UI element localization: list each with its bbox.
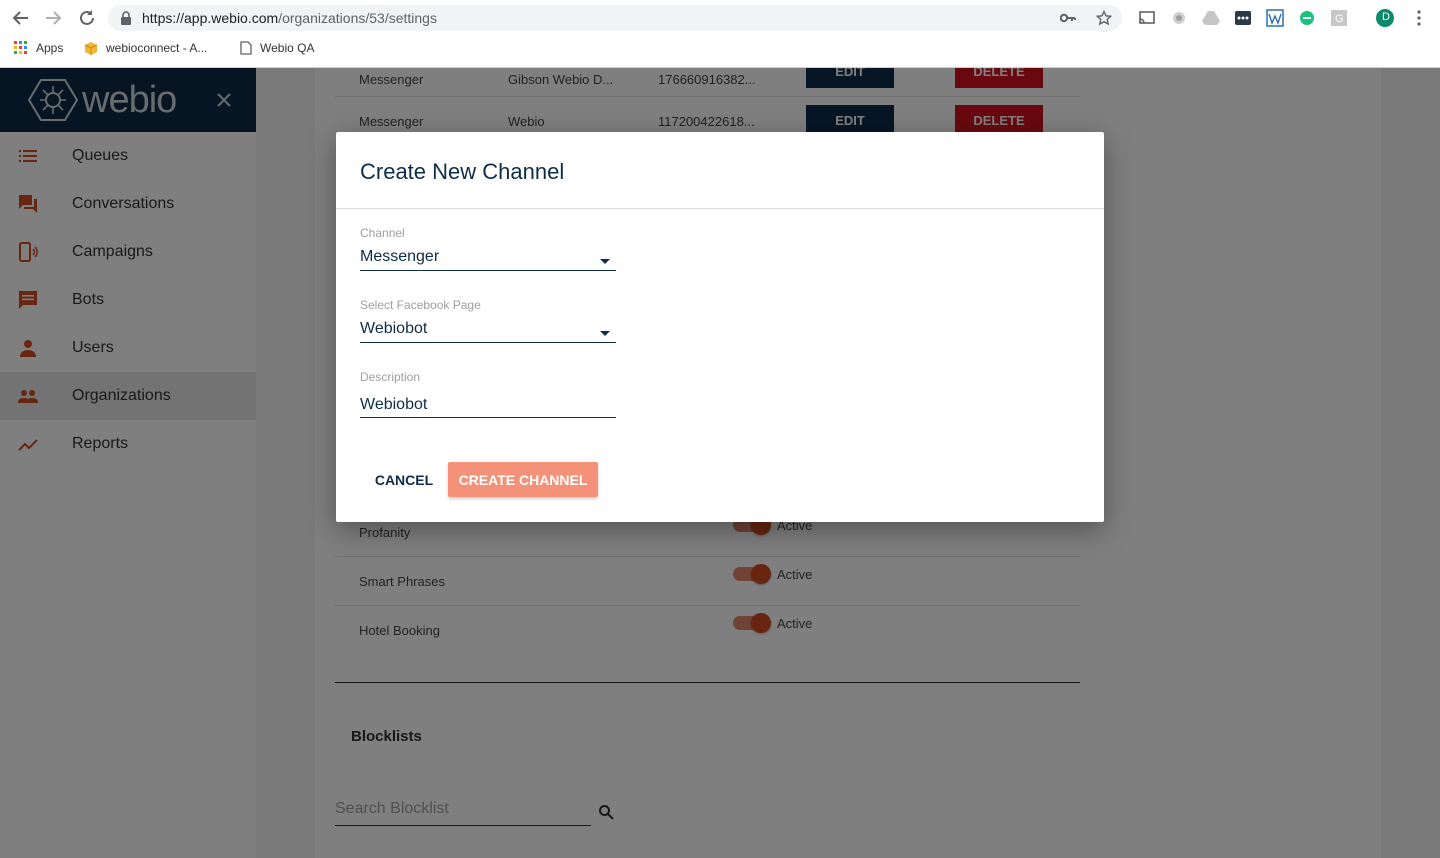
apps-grid-icon bbox=[14, 41, 27, 54]
box-icon bbox=[84, 42, 98, 55]
g-extension-icon[interactable]: G bbox=[1330, 9, 1348, 27]
cancel-button[interactable]: CANCEL bbox=[368, 464, 440, 496]
extension-circle-icon[interactable] bbox=[1170, 9, 1188, 27]
bookmark-label: Webio QA bbox=[260, 41, 315, 55]
bookmark-webioconnect[interactable]: webioconnect - A... bbox=[84, 41, 207, 55]
description-field: Description bbox=[360, 370, 616, 418]
facebook-page-field: Select Facebook Page Webiobot bbox=[360, 298, 616, 343]
back-button[interactable] bbox=[10, 7, 32, 29]
channel-select-value: Messenger bbox=[360, 248, 440, 265]
facebook-page-select-value: Webiobot bbox=[360, 320, 428, 337]
forward-button[interactable] bbox=[42, 7, 64, 29]
menu-dots-icon[interactable] bbox=[1410, 9, 1428, 27]
channel-label: Channel bbox=[360, 226, 405, 240]
dialog-title: Create New Channel bbox=[360, 159, 565, 184]
facebook-page-select[interactable]: Webiobot bbox=[360, 317, 616, 343]
arrow-left-icon bbox=[12, 11, 28, 25]
browser-chrome: https://app.webio.com/organizations/53/s… bbox=[0, 0, 1440, 68]
channel-field: Channel Messenger bbox=[360, 226, 616, 271]
url-text: https://app.webio.com/organizations/53/s… bbox=[142, 10, 437, 26]
facebook-page-label: Select Facebook Page bbox=[360, 298, 481, 312]
chevron-down-icon bbox=[600, 331, 610, 336]
arrow-right-icon bbox=[46, 11, 62, 25]
star-icon[interactable] bbox=[1096, 10, 1112, 26]
bookmarks-bar: Apps webioconnect - A... Webio QA bbox=[0, 38, 1440, 62]
chevron-down-icon bbox=[600, 259, 610, 264]
description-label: Description bbox=[360, 370, 421, 384]
profile-avatar[interactable]: D bbox=[1376, 9, 1394, 27]
create-channel-button[interactable]: CREATE CHANNEL bbox=[448, 462, 598, 497]
cast-icon[interactable] bbox=[1138, 9, 1156, 27]
channel-select[interactable]: Messenger bbox=[360, 245, 616, 271]
profile-initial: D bbox=[1382, 11, 1390, 23]
dialog-divider bbox=[336, 208, 1104, 209]
bookmark-apps[interactable]: Apps bbox=[14, 41, 63, 55]
reload-button[interactable] bbox=[76, 7, 98, 29]
bookmark-webio-qa[interactable]: Webio QA bbox=[240, 41, 314, 55]
dots-extension-icon[interactable] bbox=[1234, 9, 1252, 27]
svg-text:G: G bbox=[1335, 13, 1344, 25]
create-channel-dialog: Create New Channel Channel Messenger Sel… bbox=[336, 132, 1104, 522]
address-bar[interactable]: https://app.webio.com/organizations/53/s… bbox=[108, 5, 1122, 31]
bookmark-label: Apps bbox=[36, 41, 64, 55]
reload-icon bbox=[80, 10, 94, 25]
key-icon[interactable] bbox=[1060, 10, 1076, 26]
description-input[interactable] bbox=[360, 392, 616, 418]
green-dot-extension-icon[interactable] bbox=[1298, 9, 1316, 27]
lock-icon bbox=[121, 11, 131, 25]
url-path: /organizations/53/settings bbox=[278, 10, 437, 26]
w-extension-icon[interactable] bbox=[1266, 9, 1284, 27]
bookmark-label: webioconnect - A... bbox=[106, 41, 208, 55]
url-host: https://app.webio.com bbox=[142, 10, 279, 26]
page-icon bbox=[240, 41, 252, 55]
drive-icon[interactable] bbox=[1202, 9, 1220, 27]
